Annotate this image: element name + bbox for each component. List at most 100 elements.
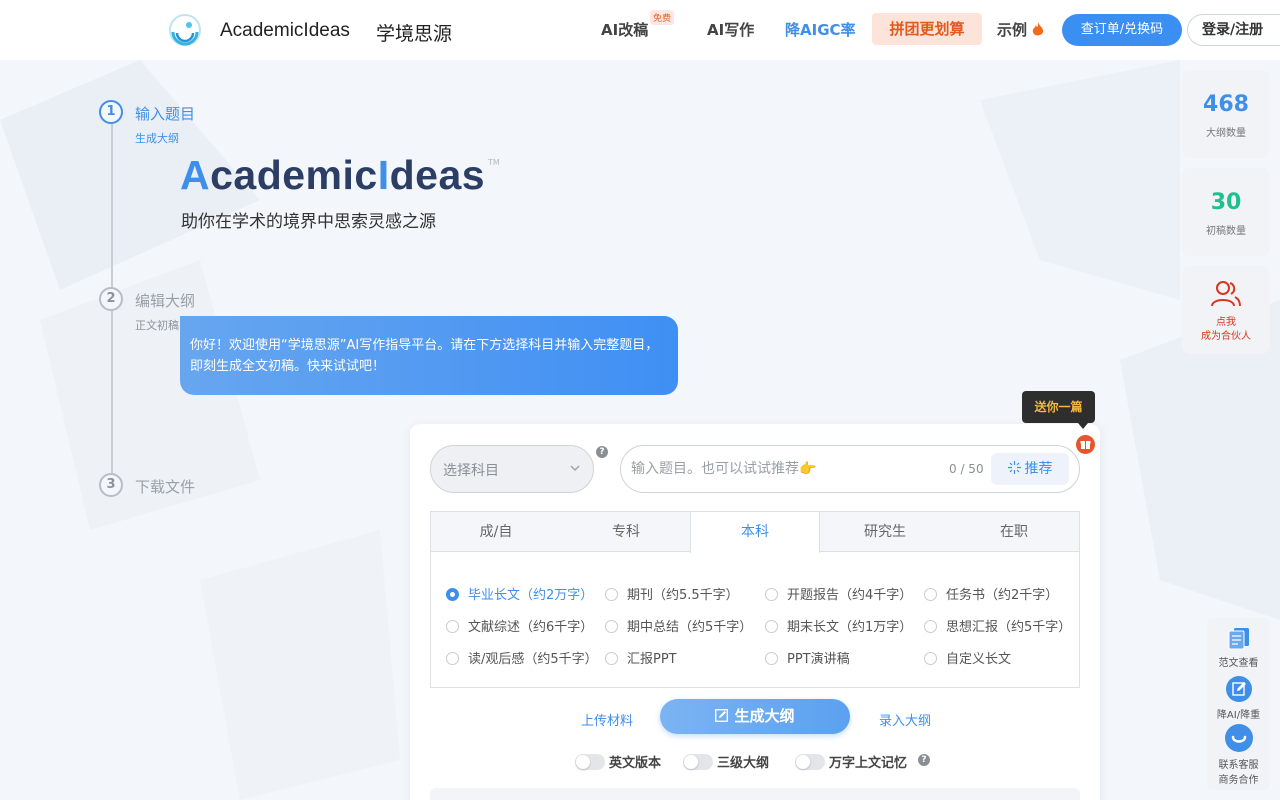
gift-icon[interactable] xyxy=(1076,435,1095,454)
tab-graduate[interactable]: 研究生 xyxy=(820,512,950,552)
tab-in-service[interactable]: 在职 xyxy=(949,512,1079,552)
generate-outline-label: 生成大纲 xyxy=(734,707,795,725)
radio-icon xyxy=(765,652,778,665)
option-label: 自定义长文 xyxy=(946,652,1012,667)
import-outline-link[interactable]: 录入大纲 xyxy=(879,710,931,729)
option-final-essay[interactable]: 期末长文（约1万字） xyxy=(765,616,912,635)
outline-count-value: 468 xyxy=(1203,92,1249,117)
reduce-ai-tool[interactable]: 降AI/降重 xyxy=(1207,676,1270,721)
recommend-button[interactable]: 推荐 xyxy=(991,453,1069,485)
option-midterm-summary[interactable]: 期中总结（约5千字） xyxy=(605,616,752,635)
option-label: 汇报PPT xyxy=(627,652,677,667)
recommend-label: 推荐 xyxy=(1024,461,1053,477)
brand-name-cn[interactable]: 学境思源 xyxy=(376,19,452,46)
brand-logo-icon[interactable] xyxy=(168,13,202,47)
toggle-label: 三级大纲 xyxy=(717,756,770,771)
radio-icon xyxy=(924,652,937,665)
three-level-outline-toggle[interactable]: 三级大纲 xyxy=(683,752,769,771)
hero-logo-a: A xyxy=(180,152,211,198)
lower-section-edge xyxy=(430,788,1080,800)
outline-count-card[interactable]: 468 大纲数量 xyxy=(1182,70,1270,158)
toggle-switch[interactable] xyxy=(795,754,825,770)
chat-bubble-icon xyxy=(1224,724,1253,752)
generate-outline-button[interactable]: 生成大纲 xyxy=(660,699,850,734)
nav-ai-rewrite[interactable]: AI改稿 xyxy=(601,19,648,40)
hero-logo-i: I xyxy=(377,152,390,198)
option-label: PPT演讲稿 xyxy=(787,652,850,667)
edit-icon xyxy=(715,709,729,722)
radio-icon xyxy=(924,620,937,633)
option-custom-essay[interactable]: 自定义长文 xyxy=(924,648,1011,667)
option-graduation-thesis[interactable]: 毕业长文（约2万字） xyxy=(446,584,593,603)
hero-logo-cademic: cademic xyxy=(210,152,378,198)
welcome-bubble: 你好！欢迎使用“学境思源”AI写作指导平台。请在下方选择科目并输入完整题目，即刻… xyxy=(180,316,678,395)
subject-help-icon[interactable]: ? xyxy=(596,446,608,458)
tab-adult-self[interactable]: 成/自 xyxy=(431,512,561,552)
brand-name-en[interactable]: AcademicIdeas xyxy=(220,20,350,42)
tab-undergraduate[interactable]: 本科 xyxy=(690,512,820,553)
upload-material-link[interactable]: 上传材料 xyxy=(581,710,633,729)
service-label-2: 商务合作 xyxy=(1218,775,1259,786)
order-lookup-button[interactable]: 查订单/兑换码 xyxy=(1062,14,1182,46)
radio-icon xyxy=(446,620,459,633)
option-task-book[interactable]: 任务书（约2千字） xyxy=(924,584,1058,603)
nav-ai-write[interactable]: AI写作 xyxy=(707,19,754,40)
draft-count-card[interactable]: 30 初稿数量 xyxy=(1182,168,1270,256)
step-1-number: 1 xyxy=(99,100,123,124)
nav-group-buy[interactable]: 拼团更划算 xyxy=(872,13,982,45)
partner-line-1: 点我 xyxy=(1216,317,1236,328)
level-tab-row: 成/自 专科 本科 研究生 在职 xyxy=(431,512,1079,553)
radio-icon xyxy=(765,588,778,601)
context-memory-toggle[interactable]: 万字上文记忆 xyxy=(795,752,907,771)
free-badge: 免费 xyxy=(650,10,675,25)
toggle-switch[interactable] xyxy=(683,754,713,770)
sparkle-icon xyxy=(1007,461,1021,474)
gift-tooltip: 送你一篇 xyxy=(1022,391,1095,429)
reduce-ai-label: 降AI/降重 xyxy=(1216,710,1261,721)
option-ppt-speech[interactable]: PPT演讲稿 xyxy=(765,648,850,667)
customer-service-tool[interactable]: 联系客服 商务合作 xyxy=(1207,724,1270,786)
option-label: 文献综述（约6千字） xyxy=(468,620,594,635)
step-2-subtitle: 正文初稿 xyxy=(135,319,179,332)
nav-reduce-aigc[interactable]: 降AIGC率 xyxy=(785,19,856,40)
memory-help-icon[interactable]: ? xyxy=(918,754,930,766)
login-register-button[interactable]: 登录/注册 xyxy=(1187,14,1280,46)
nav-examples-label: 示例 xyxy=(997,21,1028,39)
option-journal[interactable]: 期刊（约5.5千字） xyxy=(605,584,739,603)
option-thought-report[interactable]: 思想汇报（约5千字） xyxy=(924,616,1071,635)
step-1-subtitle: 生成大纲 xyxy=(135,132,179,145)
radio-icon xyxy=(924,588,937,601)
toggle-switch[interactable] xyxy=(575,754,605,770)
topic-input[interactable] xyxy=(631,458,931,480)
option-report-ppt[interactable]: 汇报PPT xyxy=(605,648,677,667)
step-3-number: 3 xyxy=(99,473,123,497)
pencil-circle-icon xyxy=(1225,676,1252,702)
nav-examples[interactable]: 示例 xyxy=(997,19,1044,40)
top-header: AcademicIdeas 学境思源 AI改稿 免费 AI写作 降AIGC率 拼… xyxy=(0,0,1280,60)
right-tool-panel: 范文查看 降AI/降重 联系客服 商务合作 xyxy=(1207,618,1270,790)
option-literature-review[interactable]: 文献综述（约6千字） xyxy=(446,616,593,635)
sample-view-label: 范文查看 xyxy=(1218,658,1259,669)
toggle-label: 万字上文记忆 xyxy=(829,756,908,771)
tab-junior-college[interactable]: 专科 xyxy=(561,512,691,552)
document-stack-icon xyxy=(1228,628,1249,650)
sample-view-tool[interactable]: 范文查看 xyxy=(1207,626,1270,669)
option-proposal[interactable]: 开题报告（约4千字） xyxy=(765,584,912,603)
radio-icon xyxy=(765,620,778,633)
topic-char-count: 0 / 50 xyxy=(949,462,984,476)
draft-count-value: 30 xyxy=(1210,190,1242,215)
topic-input-box: 0 / 50 推荐 xyxy=(620,445,1080,493)
fire-icon xyxy=(1033,22,1044,36)
hero-logo-deas: deas xyxy=(389,152,486,198)
option-label: 期中总结（约5千字） xyxy=(627,620,753,635)
english-version-toggle[interactable]: 英文版本 xyxy=(575,752,661,771)
option-reflection[interactable]: 读/观后感（约5千字） xyxy=(446,648,598,667)
hero-tagline: 助你在学术的境界中思索灵感之源 xyxy=(181,212,436,232)
option-label: 思想汇报（约5千字） xyxy=(946,620,1072,635)
become-partner-card[interactable]: 点我 成为合伙人 xyxy=(1182,266,1270,354)
option-label: 期末长文（约1万字） xyxy=(787,620,913,635)
radio-icon xyxy=(605,620,618,633)
radio-icon xyxy=(605,652,618,665)
option-label: 开题报告（约4千字） xyxy=(787,588,913,603)
draft-count-label: 初稿数量 xyxy=(1206,226,1246,237)
